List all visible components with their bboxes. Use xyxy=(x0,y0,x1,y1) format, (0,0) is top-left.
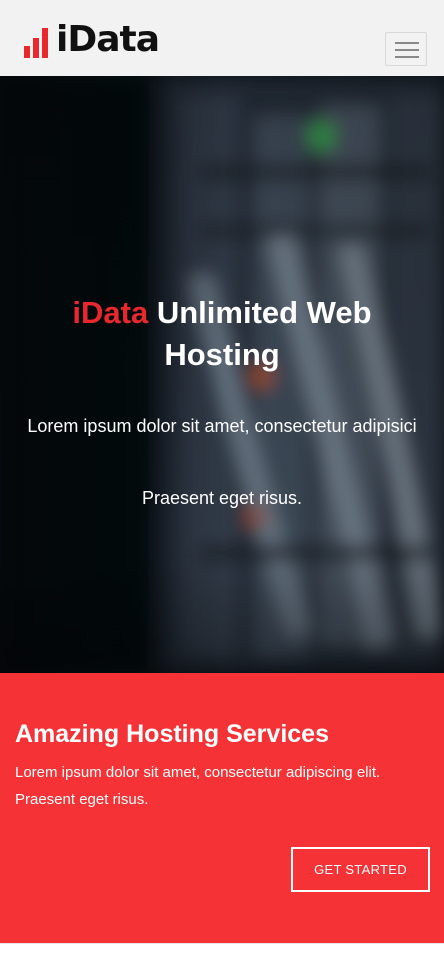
logo[interactable]: iData xyxy=(24,19,160,60)
logo-text: iData xyxy=(56,19,160,60)
services-section: Amazing Hosting Services Lorem ipsum dol… xyxy=(0,673,444,943)
services-description: Lorem ipsum dolor sit amet, consectetur … xyxy=(15,764,381,808)
hero-section: iData Unlimited Web Hosting Lorem ipsum … xyxy=(0,76,444,673)
bar-chart-logo-icon xyxy=(24,24,48,58)
hero-title-brand: iData xyxy=(72,295,149,330)
hamburger-icon xyxy=(395,42,419,58)
site-header: iData xyxy=(0,0,444,76)
hero-title-rest: Unlimited Web Hosting xyxy=(148,295,372,372)
hero-title: iData Unlimited Web Hosting xyxy=(20,292,424,376)
hero-description: Lorem ipsum dolor sit amet, consectetur … xyxy=(27,416,417,436)
divider xyxy=(0,943,444,944)
hero-description-line2: Praesent eget risus. xyxy=(141,488,303,508)
get-started-button[interactable]: GET STARTED xyxy=(291,847,430,892)
page: iData iData Unlimited Web Hosting Lorem … xyxy=(0,0,444,961)
services-title: Amazing Hosting Services xyxy=(15,720,329,748)
menu-toggle-button[interactable] xyxy=(385,32,427,66)
